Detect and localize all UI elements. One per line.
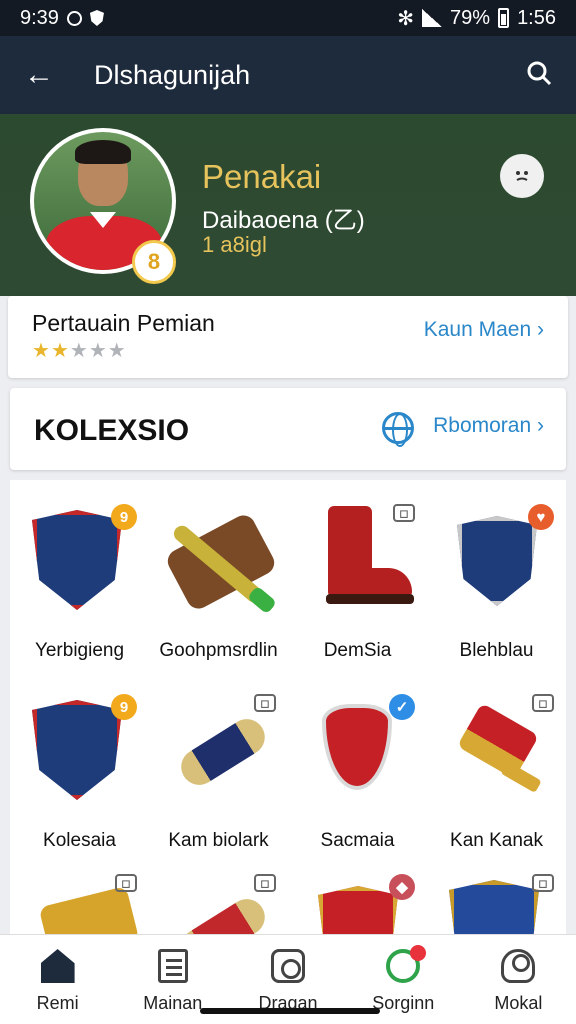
shield-status-icon bbox=[89, 10, 104, 26]
nav-label: Mokal bbox=[494, 993, 543, 1013]
star-icon: ★ bbox=[88, 340, 108, 362]
battery-percent: 79% bbox=[450, 6, 491, 29]
status-bar: 9:39 ✻ 79% 1:56 bbox=[0, 0, 576, 36]
item-corner-badge: ◻ bbox=[254, 694, 276, 712]
profile-header: 8 Penakai Daibaoena (乙) 1 a8igl bbox=[0, 114, 576, 296]
user-icon bbox=[501, 949, 536, 983]
profile-name: Penakai bbox=[202, 158, 322, 195]
app-screen: 9:39 ✻ 79% 1:56 ← Dlshagunijah 8 Penakai… bbox=[0, 0, 576, 1024]
document-icon bbox=[157, 949, 188, 983]
collection-link[interactable]: Rbomoran › bbox=[433, 414, 544, 438]
camera-icon bbox=[271, 949, 305, 983]
globe-icon[interactable] bbox=[382, 412, 414, 447]
bluetooth-icon: ✻ bbox=[397, 7, 415, 30]
status-time-left: 9:39 bbox=[20, 6, 59, 29]
app-bar: ← Dlshagunijah bbox=[0, 36, 576, 114]
nav-label: Mainan bbox=[143, 993, 203, 1013]
search-icon[interactable] bbox=[526, 60, 552, 91]
chat-icon bbox=[386, 945, 427, 983]
star-icon: ★ bbox=[107, 340, 127, 362]
item-corner-badge: ♥ bbox=[528, 504, 554, 530]
collection-item[interactable]: ✓ Sacmaia bbox=[288, 680, 427, 880]
collection-item[interactable]: ◻ Kan Kanak bbox=[427, 680, 566, 880]
nav-label: Sorginn bbox=[372, 993, 435, 1013]
item-name: Kolesaia bbox=[43, 830, 116, 851]
item-name: Sacmaia bbox=[320, 830, 395, 851]
cup-icon bbox=[441, 696, 551, 806]
item-corner-badge: ◆ bbox=[389, 874, 415, 900]
signal-icon bbox=[422, 9, 443, 27]
item-name: Kam biolark bbox=[168, 830, 269, 851]
item-corner-badge: ✓ bbox=[389, 694, 415, 720]
star-icon: ★ bbox=[69, 340, 89, 362]
nav-label: Remi bbox=[36, 993, 79, 1013]
collection-title: KOLEXSIO bbox=[34, 414, 190, 447]
case-icon bbox=[163, 506, 279, 616]
home-indicator[interactable] bbox=[200, 1008, 380, 1014]
item-name: Goohpmsrdlin bbox=[159, 640, 278, 661]
collection-item[interactable]: ♥ Blehblau bbox=[427, 490, 566, 690]
battery-icon bbox=[498, 8, 510, 28]
profile-subtitle: Daibaoena (乙) bbox=[202, 207, 365, 234]
stats-link[interactable]: Kaun Maen › bbox=[424, 318, 544, 342]
collection-grid: 9 Yerbigieng Goohpmsrdlin ◻ DemSia ♥ Blehblau 9… bbox=[10, 480, 566, 940]
item-name: Blehblau bbox=[459, 640, 534, 661]
item-name: Yerbigieng bbox=[34, 640, 125, 661]
status-time-right: 1:56 bbox=[517, 6, 556, 29]
collection-item[interactable]: Goohpmsrdlin bbox=[149, 490, 288, 690]
item-corner-badge: ◻ bbox=[532, 694, 554, 712]
item-corner-badge: ◻ bbox=[115, 874, 137, 892]
item-name: Kan Kanak bbox=[450, 830, 543, 851]
collection-item[interactable]: 9 Kolesaia bbox=[10, 680, 149, 880]
collection-item[interactable]: ◻ Kam biolark bbox=[149, 680, 288, 880]
item-corner-badge: ◻ bbox=[393, 504, 415, 522]
item-corner-badge: 9 bbox=[111, 504, 137, 530]
stats-label: Pertauain Pemian bbox=[32, 310, 215, 336]
star-icon: ★ bbox=[50, 340, 70, 362]
collection-item[interactable]: ◆ bbox=[288, 860, 427, 940]
level-badge: 8 bbox=[132, 240, 176, 284]
collection-item[interactable]: ◻ DemSia bbox=[288, 490, 427, 690]
emoji-face-icon[interactable] bbox=[500, 154, 544, 198]
collection-item[interactable]: ◻ bbox=[149, 860, 288, 940]
collection-item[interactable]: 9 Yerbigieng bbox=[10, 490, 149, 690]
item-name: DemSia bbox=[323, 640, 392, 661]
profile-number: 1 a8igl bbox=[202, 232, 267, 257]
page-title: Dlshagunijah bbox=[94, 59, 251, 90]
item-corner-badge: ◻ bbox=[532, 874, 554, 892]
home-icon bbox=[40, 949, 75, 983]
nav-item-mokal[interactable]: Mokal bbox=[461, 935, 576, 1024]
nav-item-remi[interactable]: Remi bbox=[0, 935, 115, 1024]
collection-item[interactable]: ◻ bbox=[10, 860, 149, 940]
collection-header: KOLEXSIO Rbomoran › bbox=[10, 388, 566, 470]
back-arrow-icon[interactable]: ← bbox=[24, 60, 54, 90]
collection-item[interactable]: ◻ bbox=[427, 860, 566, 940]
stats-card[interactable]: Pertauain Pemian ★★★★★ Kaun Maen › bbox=[8, 296, 568, 378]
star-icon: ★ bbox=[32, 340, 51, 362]
item-corner-badge: ◻ bbox=[254, 874, 276, 892]
rating-stars: ★★★★★ bbox=[32, 338, 127, 363]
tube-icon bbox=[163, 696, 273, 806]
notification-circle-icon bbox=[66, 10, 82, 26]
boot-icon bbox=[302, 506, 414, 616]
item-corner-badge: 9 bbox=[111, 694, 137, 720]
